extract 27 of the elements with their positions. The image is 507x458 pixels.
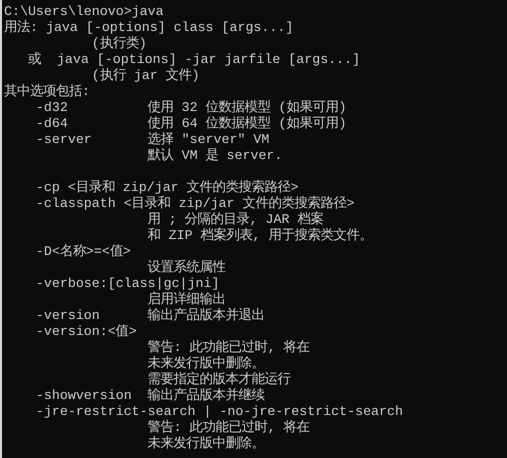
console-line: -d64 使用 64 位数据模型 (如果可用) — [34, 116, 348, 132]
console-line: -d32 使用 32 位数据模型 (如果可用) — [34, 100, 348, 116]
console-line: -version 输出产品版本并退出 — [34, 308, 266, 324]
console-line: -D<名称>=<值> — [34, 244, 132, 260]
console-line: 警告: 此功能已过时, 将在 — [146, 420, 311, 436]
console-line: 其中选项包括: — [4, 84, 91, 100]
console-line: -cp <目录和 zip/jar 文件的类搜索路径> — [34, 180, 300, 196]
console-line: 用法: java [-options] class [args...] — [4, 20, 294, 36]
console-line: 启用详细输出 — [146, 292, 227, 308]
console-line: 未来发行版中删除。 — [146, 356, 266, 372]
console-line: 警告: 此功能已过时, 将在 — [146, 340, 311, 356]
console-line: 默认 VM 是 server. — [146, 148, 284, 164]
console-line: -showversion 输出产品版本并继续 — [34, 388, 266, 404]
console-line: 和 ZIP 档案列表, 用于搜索类文件。 — [146, 228, 374, 244]
console-line: (执行 jar 文件) — [90, 68, 201, 84]
console-line: -version:<值> — [34, 324, 138, 340]
console-line: (执行类) — [90, 36, 148, 52]
console-line: 需要指定的版本才能运行 — [146, 372, 292, 388]
console-line: 用 ; 分隔的目录, JAR 档案 — [146, 212, 324, 228]
console-line: 未来发行版中删除。 — [146, 436, 266, 452]
console-line: -classpath <目录和 zip/jar 文件的类搜索路径> — [34, 196, 356, 212]
console-line: C:\Users\lenovo>java — [4, 4, 165, 20]
console-line: 或 java [-options] -jar jarfile [args...] — [26, 52, 362, 68]
console-line: -verbose:[class|gc|jni] — [34, 276, 220, 292]
console-line: -jre-restrict-search | -no-jre-restrict-search — [34, 404, 404, 420]
console-line: -server 选择 "server" VM — [34, 132, 270, 148]
console-line: 设置系统属性 — [146, 260, 227, 276]
